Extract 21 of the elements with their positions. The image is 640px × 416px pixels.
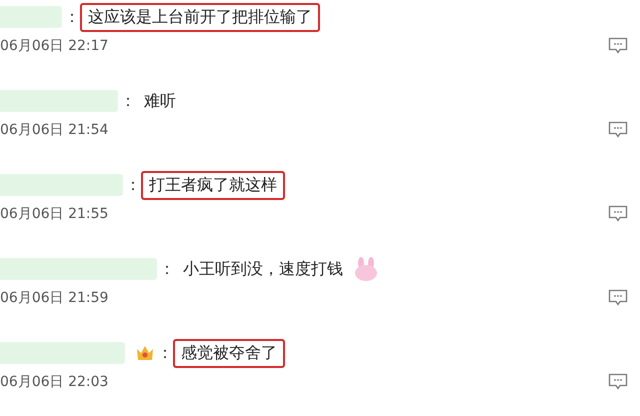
comment-time: 06月06日 22:03 xyxy=(0,373,108,391)
separator: ： xyxy=(125,174,141,196)
separator: ： xyxy=(120,90,136,112)
comment-time: 06月06日 21:54 xyxy=(0,121,108,139)
comment-time: 06月06日 21:59 xyxy=(0,289,108,307)
comment-text: 感觉被夺舍了 xyxy=(173,338,285,368)
separator: ： xyxy=(64,6,80,28)
comment-icon[interactable] xyxy=(608,37,628,55)
comment-icon[interactable] xyxy=(608,121,628,139)
comment-icon[interactable] xyxy=(608,289,628,307)
comment-text: 小王听到没，速度打钱 xyxy=(182,258,344,280)
separator: ： xyxy=(157,342,173,364)
comment-icon[interactable] xyxy=(608,373,628,391)
comment-time: 06月06日 21:55 xyxy=(0,205,108,223)
comment-text: 打王者疯了就这样 xyxy=(141,170,285,200)
comment-text: 难听 xyxy=(143,90,177,112)
separator: ： xyxy=(159,258,175,280)
redaction-bar xyxy=(0,6,62,28)
comment-time: 06月06日 22:17 xyxy=(0,37,108,55)
comment-text: 这应该是上台前开了把排位输了 xyxy=(80,2,320,32)
comment-icon[interactable] xyxy=(608,205,628,223)
